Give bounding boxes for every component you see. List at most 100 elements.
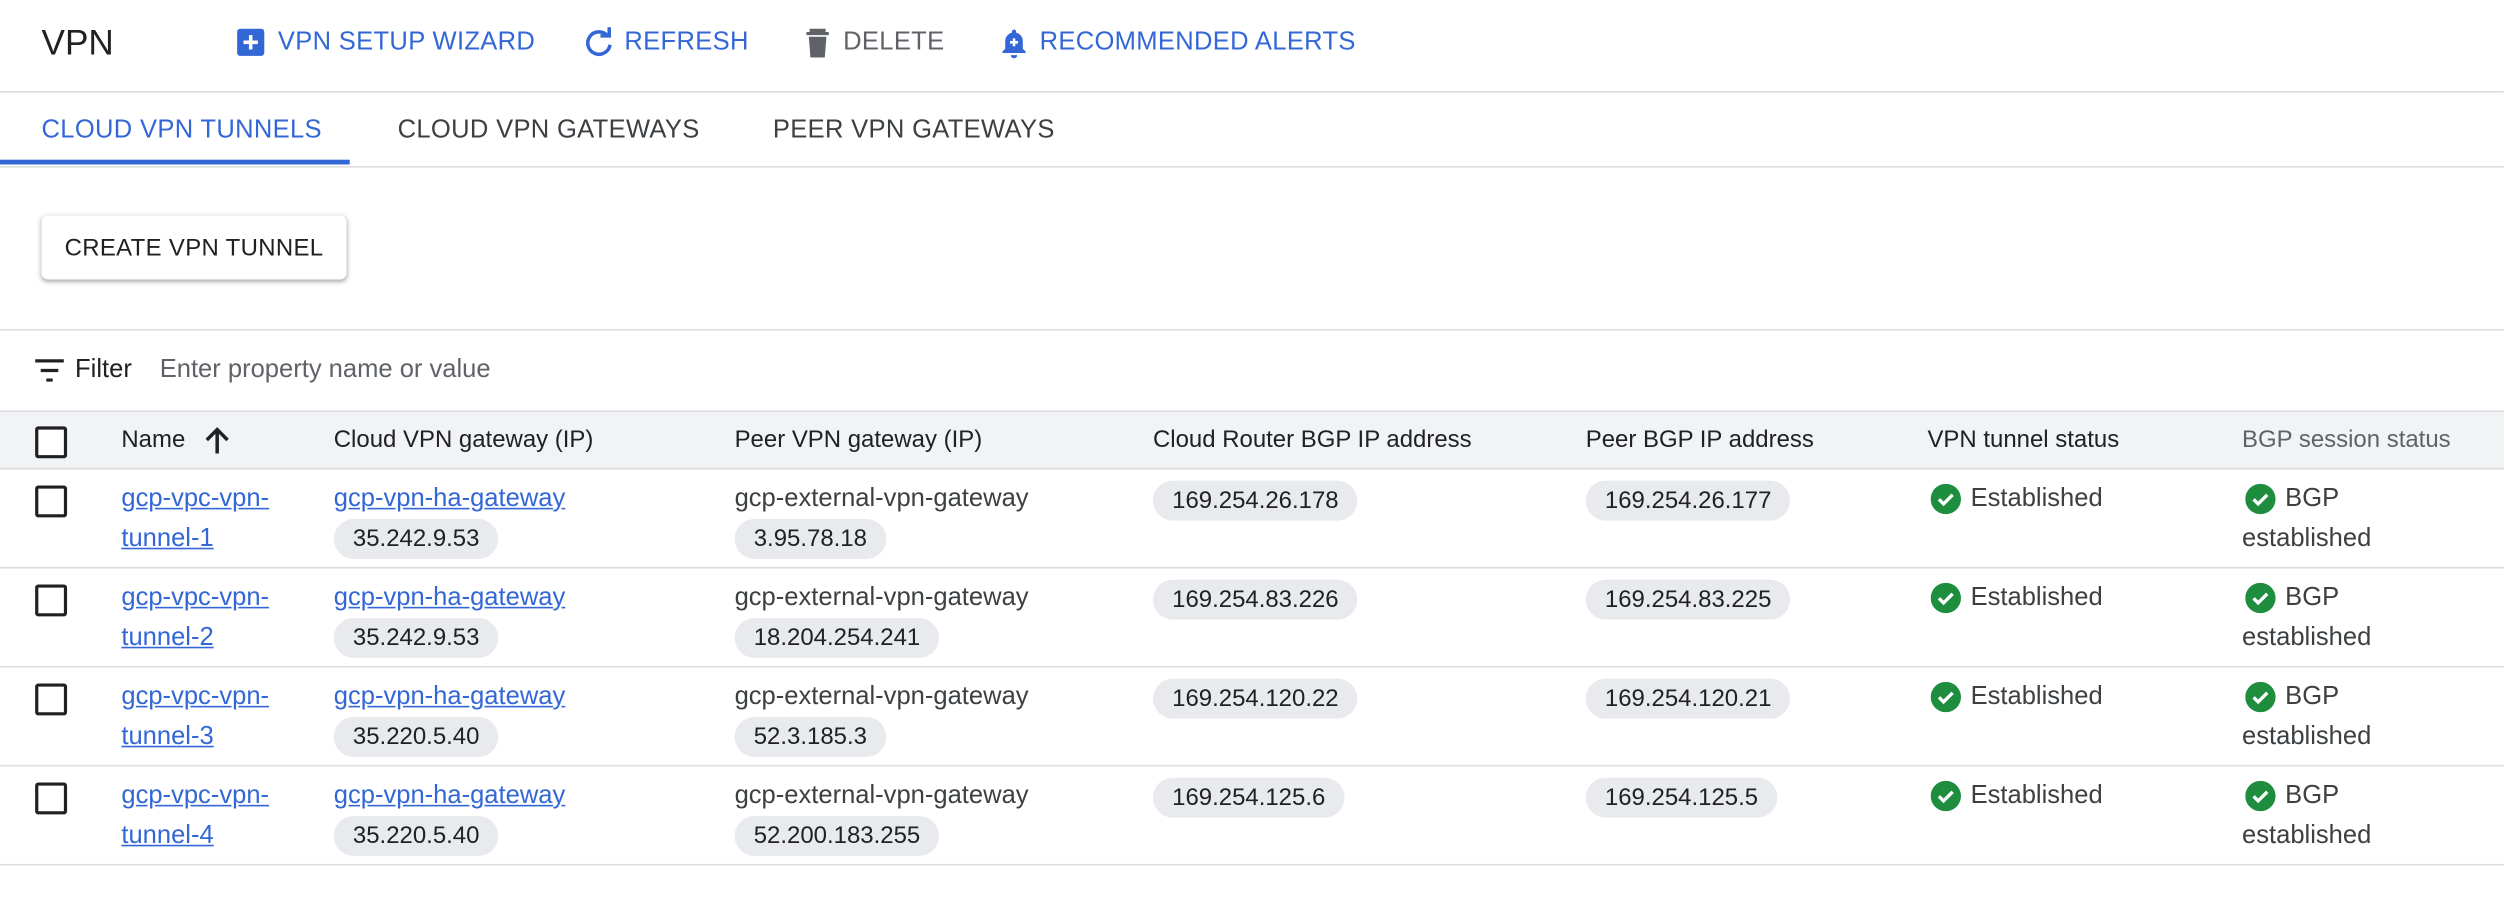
vpn-tunnel-status: Established [1930,578,2103,618]
check-circle-icon [1930,582,1961,614]
tunnel-name-line1: gcp-vpc-vpn- [121,782,270,810]
column-header-bgp-session-status[interactable]: BGP session status [2242,426,2451,453]
check-circle-icon [2245,582,2276,614]
bgp-status-text-line1: BGP [2285,584,2340,612]
column-header-peer-vpn-gateway[interactable]: Peer VPN gateway (IP) [735,426,983,453]
vpn-tunnel-status-text: Established [1970,485,2103,513]
tunnel-name-line2: tunnel-1 [121,525,214,553]
bgp-status-text-line1: BGP [2285,782,2340,810]
bgp-status-line1: BGP [2242,479,2371,519]
cloud-router-bgp-cell: 169.254.26.178 [1152,480,1358,521]
refresh-label: REFRESH [624,28,749,56]
row-checkbox[interactable] [35,584,68,617]
refresh-button[interactable]: REFRESH [583,27,749,59]
check-circle-icon [2245,483,2276,515]
cloud-router-bgp-ip-chip: 169.254.125.6 [1152,777,1345,818]
cloud-router-bgp-cell: 169.254.83.226 [1152,579,1358,620]
row-checkbox[interactable] [35,485,68,518]
tunnel-name-link[interactable]: gcp-vpc-vpn- tunnel-3 [121,677,269,757]
tab-peer-vpn-gateways[interactable]: PEER VPN GATEWAYS [773,117,1055,146]
bgp-status-text-line2: established [2242,822,2372,850]
table-row: gcp-vpc-vpn- tunnel-2 gcp-vpn-ha-gateway… [0,568,2504,668]
cloud-router-bgp-cell: 169.254.125.6 [1152,777,1345,818]
table-row: gcp-vpc-vpn- tunnel-3 gcp-vpn-ha-gateway… [0,668,2504,767]
table-header: Name Cloud VPN gateway (IP) Peer VPN gat… [0,410,2504,470]
check-circle-icon [1930,483,1961,515]
row-checkbox[interactable] [35,683,68,716]
vpn-tunnel-status: Established [1930,479,2103,519]
peer-gateway-ip-chip: 52.3.185.3 [734,717,887,757]
delete-button[interactable]: DELETE [802,27,945,59]
peer-vpn-gateway-name: gcp-external-vpn-gateway [734,584,1029,612]
column-header-peer-bgp-ip[interactable]: Peer BGP IP address [1586,426,1814,453]
bgp-status-text-line2: established [2242,723,2372,751]
tunnel-name-link[interactable]: gcp-vpc-vpn- tunnel-1 [121,479,269,559]
bgp-status-text-line1: BGP [2285,485,2340,513]
bgp-status-text-line2: established [2242,525,2372,553]
bgp-status-line1: BGP [2242,677,2371,717]
cloud-vpn-gateway-cell: gcp-vpn-ha-gateway 35.242.9.53 [333,479,566,559]
vpn-tunnel-status-text: Established [1970,782,2103,810]
active-tab-indicator [0,159,350,165]
tunnel-name-line1: gcp-vpc-vpn- [121,584,270,612]
peer-bgp-ip-chip: 169.254.120.21 [1585,678,1791,719]
recommended-alerts-button[interactable]: RECOMMENDED ALERTS [998,27,1356,59]
vpn-setup-wizard-label: VPN SETUP WIZARD [277,28,536,56]
table-row: gcp-vpc-vpn- tunnel-1 gcp-vpn-ha-gateway… [0,469,2504,569]
tab-cloud-vpn-tunnels[interactable]: CLOUD VPN TUNNELS [42,117,322,146]
tunnel-name-line2: tunnel-3 [121,723,214,751]
peer-bgp-ip-chip: 169.254.26.177 [1585,480,1791,521]
cloud-gateway-ip-chip: 35.220.5.40 [333,816,499,856]
page-title: VPN [41,22,114,63]
cloud-gateway-ip-chip: 35.242.9.53 [333,518,499,559]
check-circle-icon [2245,681,2276,713]
tunnel-name-line2: tunnel-2 [121,624,214,652]
vpn-tunnel-status-text: Established [1970,683,2103,711]
cloud-vpn-gateway-link[interactable]: gcp-vpn-ha-gateway [334,776,566,816]
bgp-status-text-line2: established [2242,624,2372,652]
vpn-setup-wizard-button[interactable]: VPN SETUP WIZARD [236,27,535,59]
add-box-icon [237,28,265,56]
column-header-cloud-vpn-gateway[interactable]: Cloud VPN gateway (IP) [334,426,594,453]
tunnel-name-line1: gcp-vpc-vpn- [121,683,270,711]
cloud-vpn-gateway-link[interactable]: gcp-vpn-ha-gateway [334,677,566,717]
cloud-router-bgp-ip-chip: 169.254.83.226 [1152,579,1358,620]
column-header-vpn-tunnel-status[interactable]: VPN tunnel status [1927,426,2119,453]
tab-cloud-vpn-gateways[interactable]: CLOUD VPN GATEWAYS [398,117,700,146]
peer-vpn-gateway-name: gcp-external-vpn-gateway [734,782,1029,810]
tunnel-name-link[interactable]: gcp-vpc-vpn- tunnel-2 [121,578,269,658]
cloud-vpn-gateway-link[interactable]: gcp-vpn-ha-gateway [334,479,566,519]
peer-gateway-ip-chip: 3.95.78.18 [734,518,887,559]
peer-gateway-ip-chip: 52.200.183.255 [734,816,940,856]
bell-icon [1002,29,1026,59]
table-row: gcp-vpc-vpn- tunnel-4 gcp-vpn-ha-gateway… [0,767,2504,866]
tunnel-name-link[interactable]: gcp-vpc-vpn- tunnel-4 [121,776,269,856]
cloud-vpn-gateway-link[interactable]: gcp-vpn-ha-gateway [334,578,566,618]
peer-vpn-gateway-cell: gcp-external-vpn-gateway 18.204.254.241 [734,578,1029,658]
filter-label[interactable]: Filter [75,356,132,385]
create-vpn-tunnel-button[interactable]: CREATE VPN TUNNEL [41,215,347,280]
tunnel-name-line1: gcp-vpc-vpn- [121,485,270,513]
check-circle-icon [1930,681,1961,713]
filter-input[interactable] [159,349,959,392]
sort-ascending-icon[interactable] [203,426,232,455]
select-all-checkbox[interactable] [35,426,68,459]
column-header-name[interactable]: Name [121,426,185,453]
trash-icon [806,28,829,58]
cloud-vpn-gateway-cell: gcp-vpn-ha-gateway 35.220.5.40 [333,776,566,856]
header-toolbar: VPN VPN SETUP WIZARD REFRESH DELETE RECO… [0,0,2504,93]
peer-bgp-ip-chip: 169.254.125.5 [1585,777,1778,818]
recommended-alerts-label: RECOMMENDED ALERTS [1039,28,1356,56]
vpn-tunnel-status: Established [1930,677,2103,717]
peer-bgp-cell: 169.254.83.225 [1585,579,1791,620]
column-header-cloud-router-bgp-ip[interactable]: Cloud Router BGP IP address [1153,426,1472,453]
peer-gateway-ip-chip: 18.204.254.241 [734,618,940,658]
cloud-router-bgp-cell: 169.254.120.22 [1152,678,1358,719]
filter-icon[interactable] [35,358,64,384]
peer-vpn-gateway-cell: gcp-external-vpn-gateway 3.95.78.18 [734,479,1029,559]
delete-label: DELETE [843,28,945,56]
row-checkbox[interactable] [35,782,68,815]
cloud-gateway-ip-chip: 35.220.5.40 [333,717,499,757]
peer-bgp-cell: 169.254.120.21 [1585,678,1791,719]
cloud-vpn-gateway-cell: gcp-vpn-ha-gateway 35.220.5.40 [333,677,566,757]
